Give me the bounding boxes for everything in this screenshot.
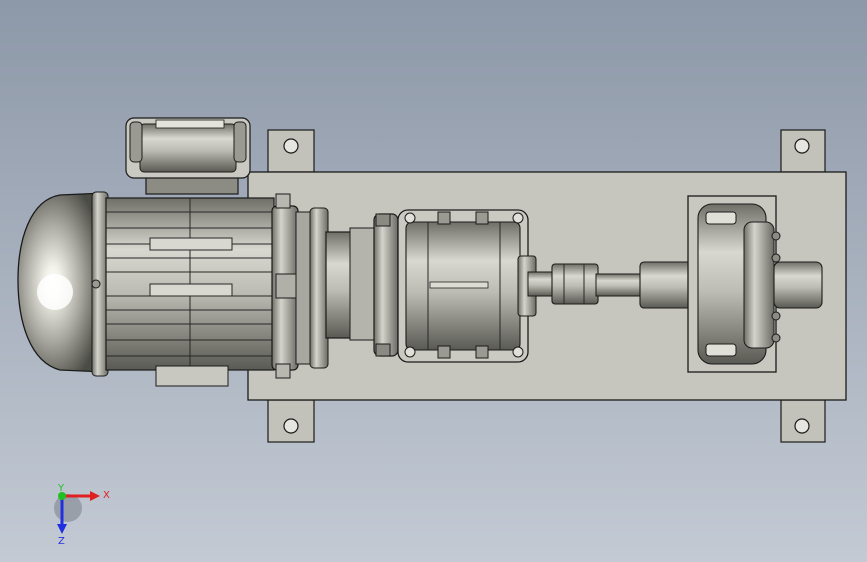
z-axis-label: Z <box>58 536 65 547</box>
x-axis-label: X <box>103 490 110 501</box>
mounting-foot-bottom-left[interactable] <box>267 399 315 443</box>
coordinate-triad: X Y Z <box>54 483 110 547</box>
y-axis-label: Y <box>57 483 65 494</box>
cad-model-view[interactable]: X Y Z <box>0 0 867 562</box>
mounting-foot-top-right[interactable] <box>780 129 826 173</box>
electric-motor[interactable] <box>17 191 329 387</box>
mounting-foot-top-left[interactable] <box>267 129 315 173</box>
gear-reducer[interactable] <box>397 209 537 363</box>
coupling-housing[interactable] <box>325 213 399 357</box>
graphics-viewport[interactable]: X Y Z <box>0 0 867 562</box>
mounting-foot-bottom-right[interactable] <box>780 399 826 443</box>
terminal-box[interactable] <box>125 117 251 195</box>
